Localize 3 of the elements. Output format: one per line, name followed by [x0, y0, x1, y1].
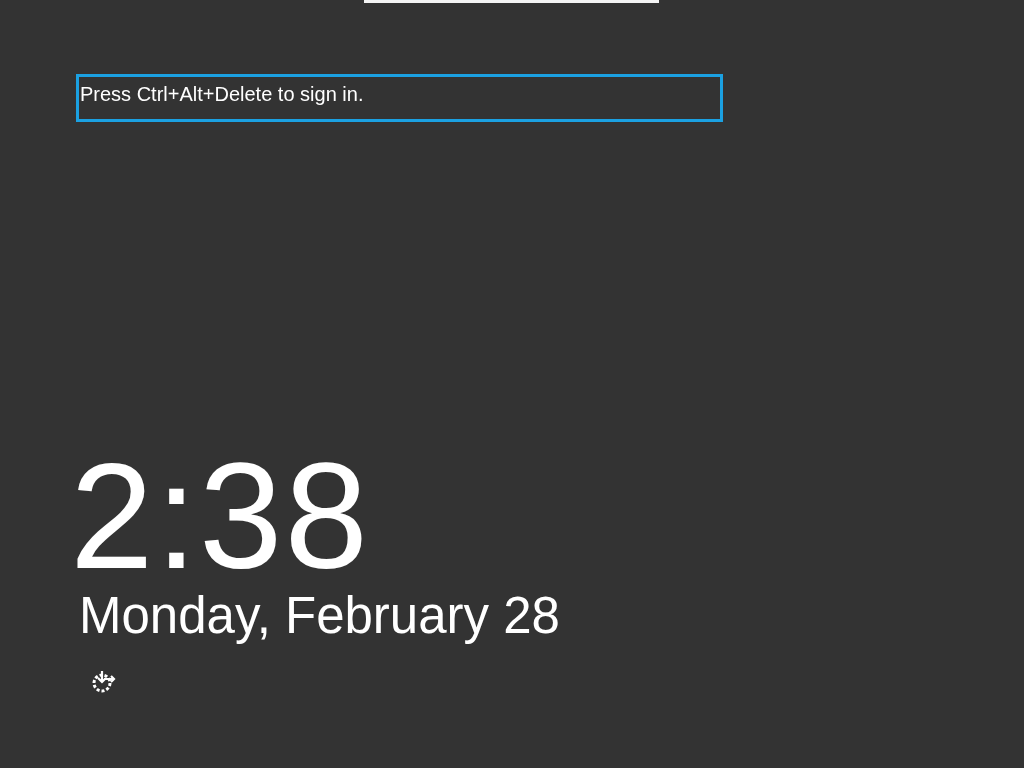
- sign-in-message: Press Ctrl+Alt+Delete to sign in.: [80, 83, 364, 106]
- clock-date: Monday, February 28: [79, 586, 560, 646]
- clock-time: 2:38: [70, 446, 370, 586]
